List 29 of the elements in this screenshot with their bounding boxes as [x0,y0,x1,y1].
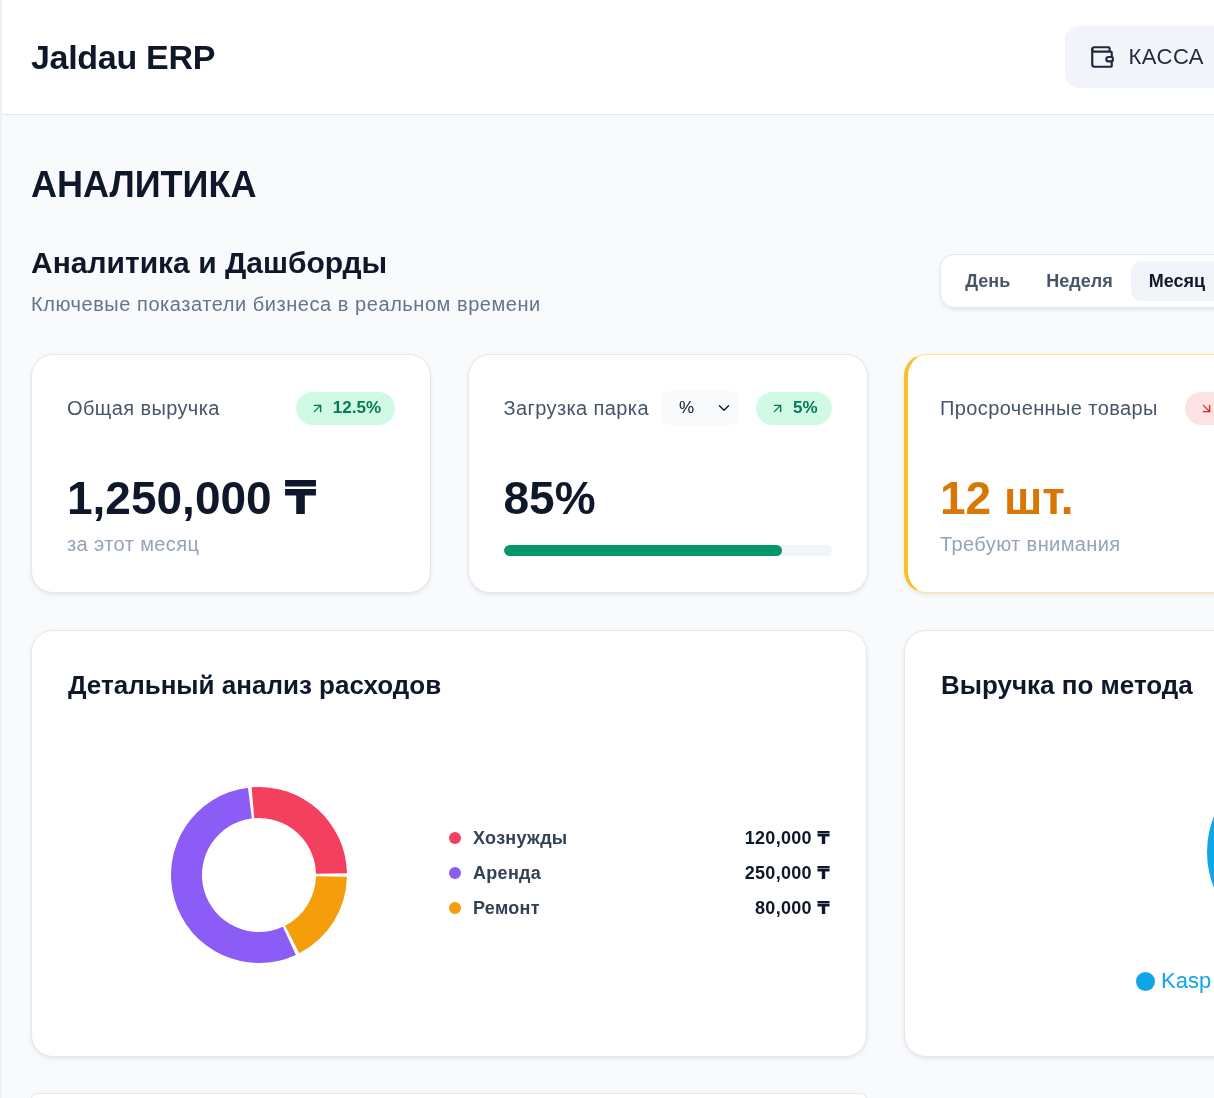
section-title: Аналитика и Дашборды [31,246,388,280]
legend-label: Хознужды [473,827,568,849]
trend-up-badge: 5% [755,391,832,425]
stat-value: 1,250,000 ₸ [67,471,317,526]
legend-value: 80,000 ₸ [755,897,830,919]
legend-value: 250,000 ₸ [744,862,830,884]
stat-note: Требуют внимания [940,532,1121,556]
stat-label: Общая выручка [67,396,220,420]
legend-label: Ремонт [473,897,540,919]
stat-note: за этот месяц [67,532,200,556]
legend-label: Аренда [473,862,542,884]
legend-value: 120,000 ₸ [744,827,830,849]
app-title: Jaldau ERP [31,37,216,77]
stat-value: 12 шт. [940,471,1074,526]
panel-title: Детальный анализ расходов [68,669,442,701]
section-subtitle: Ключевые показатели бизнеса в реальном времени [31,292,541,316]
panel-title: Выручка по метода [941,669,1193,701]
stat-value: 85% [503,471,596,526]
cash-register-button[interactable]: КАССА [1064,26,1214,88]
period-tab[interactable]: День [947,261,1029,301]
period-tab[interactable]: Месяц [1130,261,1214,301]
wallet-icon [1088,44,1115,70]
stat-label: Просроченные товары [940,396,1158,420]
trend-up-badge: 12.5% [295,391,395,425]
legend-label: Kasp [1161,969,1212,993]
stat-label: Загрузка парка [503,396,649,420]
unit-select[interactable]: % [660,391,739,425]
period-tab[interactable]: Неделя [1028,261,1131,301]
page-title: АНАЛИТИКА [31,165,257,205]
